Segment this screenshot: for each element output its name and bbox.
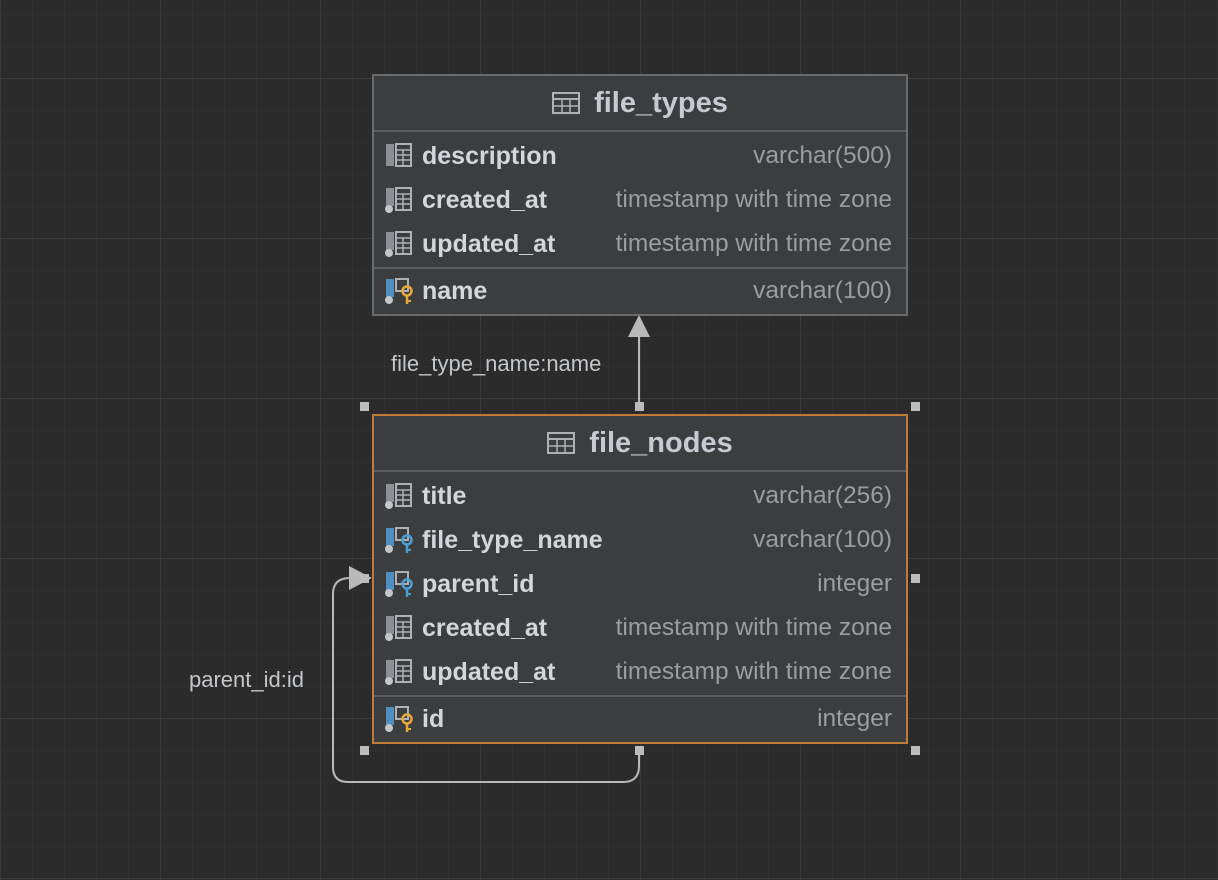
column-row[interactable]: file_type_name varchar(100) xyxy=(374,518,906,562)
column-type: timestamp with time zone xyxy=(615,614,892,641)
relation-label: parent_id:id xyxy=(189,667,304,692)
primary-key-icon xyxy=(385,278,413,304)
column-name: created_at xyxy=(422,185,548,214)
column-name: name xyxy=(422,276,488,305)
table-header: file_types xyxy=(374,76,906,132)
table-header: file_nodes xyxy=(374,416,906,472)
resize-handle-right[interactable] xyxy=(911,574,920,583)
column-icon xyxy=(386,143,412,167)
column-name: description xyxy=(422,141,557,170)
resize-handle-left[interactable] xyxy=(360,574,369,583)
column-type: varchar(100) xyxy=(753,526,892,553)
column-row[interactable]: parent_id integer xyxy=(374,562,906,606)
foreign-key-icon xyxy=(385,571,413,597)
column-name: updated_at xyxy=(422,229,556,258)
column-not-null-icon xyxy=(385,615,412,641)
table-title: file_nodes xyxy=(589,426,733,459)
column-row[interactable]: created_at timestamp with time zone xyxy=(374,178,906,222)
column-type: timestamp with time zone xyxy=(615,230,892,257)
resize-handle-bottom[interactable] xyxy=(635,746,644,755)
table-icon xyxy=(552,92,581,114)
column-row[interactable]: updated_at timestamp with time zone xyxy=(374,650,906,694)
column-name: file_type_name xyxy=(422,525,603,554)
column-type: varchar(100) xyxy=(753,277,892,304)
column-name: parent_id xyxy=(422,569,535,598)
column-name: created_at xyxy=(422,613,548,642)
table-title: file_types xyxy=(594,86,728,119)
column-name: updated_at xyxy=(422,657,556,686)
resize-handle-top[interactable] xyxy=(635,402,644,411)
resize-handle-bottom-right[interactable] xyxy=(911,746,920,755)
table-file-nodes[interactable]: file_nodes title varchar(256) file_type_… xyxy=(372,414,908,744)
column-not-null-icon xyxy=(385,659,412,685)
resize-handle-top-right[interactable] xyxy=(911,402,920,411)
column-not-null-icon xyxy=(385,231,412,257)
column-name: id xyxy=(422,704,445,733)
column-type: integer xyxy=(817,570,892,597)
column-row[interactable]: title varchar(256) xyxy=(374,474,906,518)
column-row[interactable]: description varchar(500) xyxy=(374,134,906,178)
primary-key-icon xyxy=(385,706,413,732)
column-type: integer xyxy=(817,705,892,732)
column-name: title xyxy=(422,481,467,510)
table-file-types[interactable]: file_types description varchar(500) crea… xyxy=(372,74,908,316)
relation-label: file_type_name:name xyxy=(391,351,602,376)
resize-handle-top-left[interactable] xyxy=(360,402,369,411)
column-row[interactable]: updated_at timestamp with time zone xyxy=(374,222,906,266)
table-icon xyxy=(547,432,576,454)
foreign-key-icon xyxy=(385,527,413,553)
column-not-null-icon xyxy=(385,483,412,509)
edge-arrowhead xyxy=(628,315,650,337)
column-type: timestamp with time zone xyxy=(615,186,892,213)
column-not-null-icon xyxy=(385,187,412,213)
column-row[interactable]: created_at timestamp with time zone xyxy=(374,606,906,650)
key-row[interactable]: id integer xyxy=(374,697,906,741)
column-type: varchar(500) xyxy=(753,142,892,169)
column-type: timestamp with time zone xyxy=(615,658,892,685)
key-row[interactable]: name varchar(100) xyxy=(374,269,906,313)
resize-handle-bottom-left[interactable] xyxy=(360,746,369,755)
column-type: varchar(256) xyxy=(753,482,892,509)
